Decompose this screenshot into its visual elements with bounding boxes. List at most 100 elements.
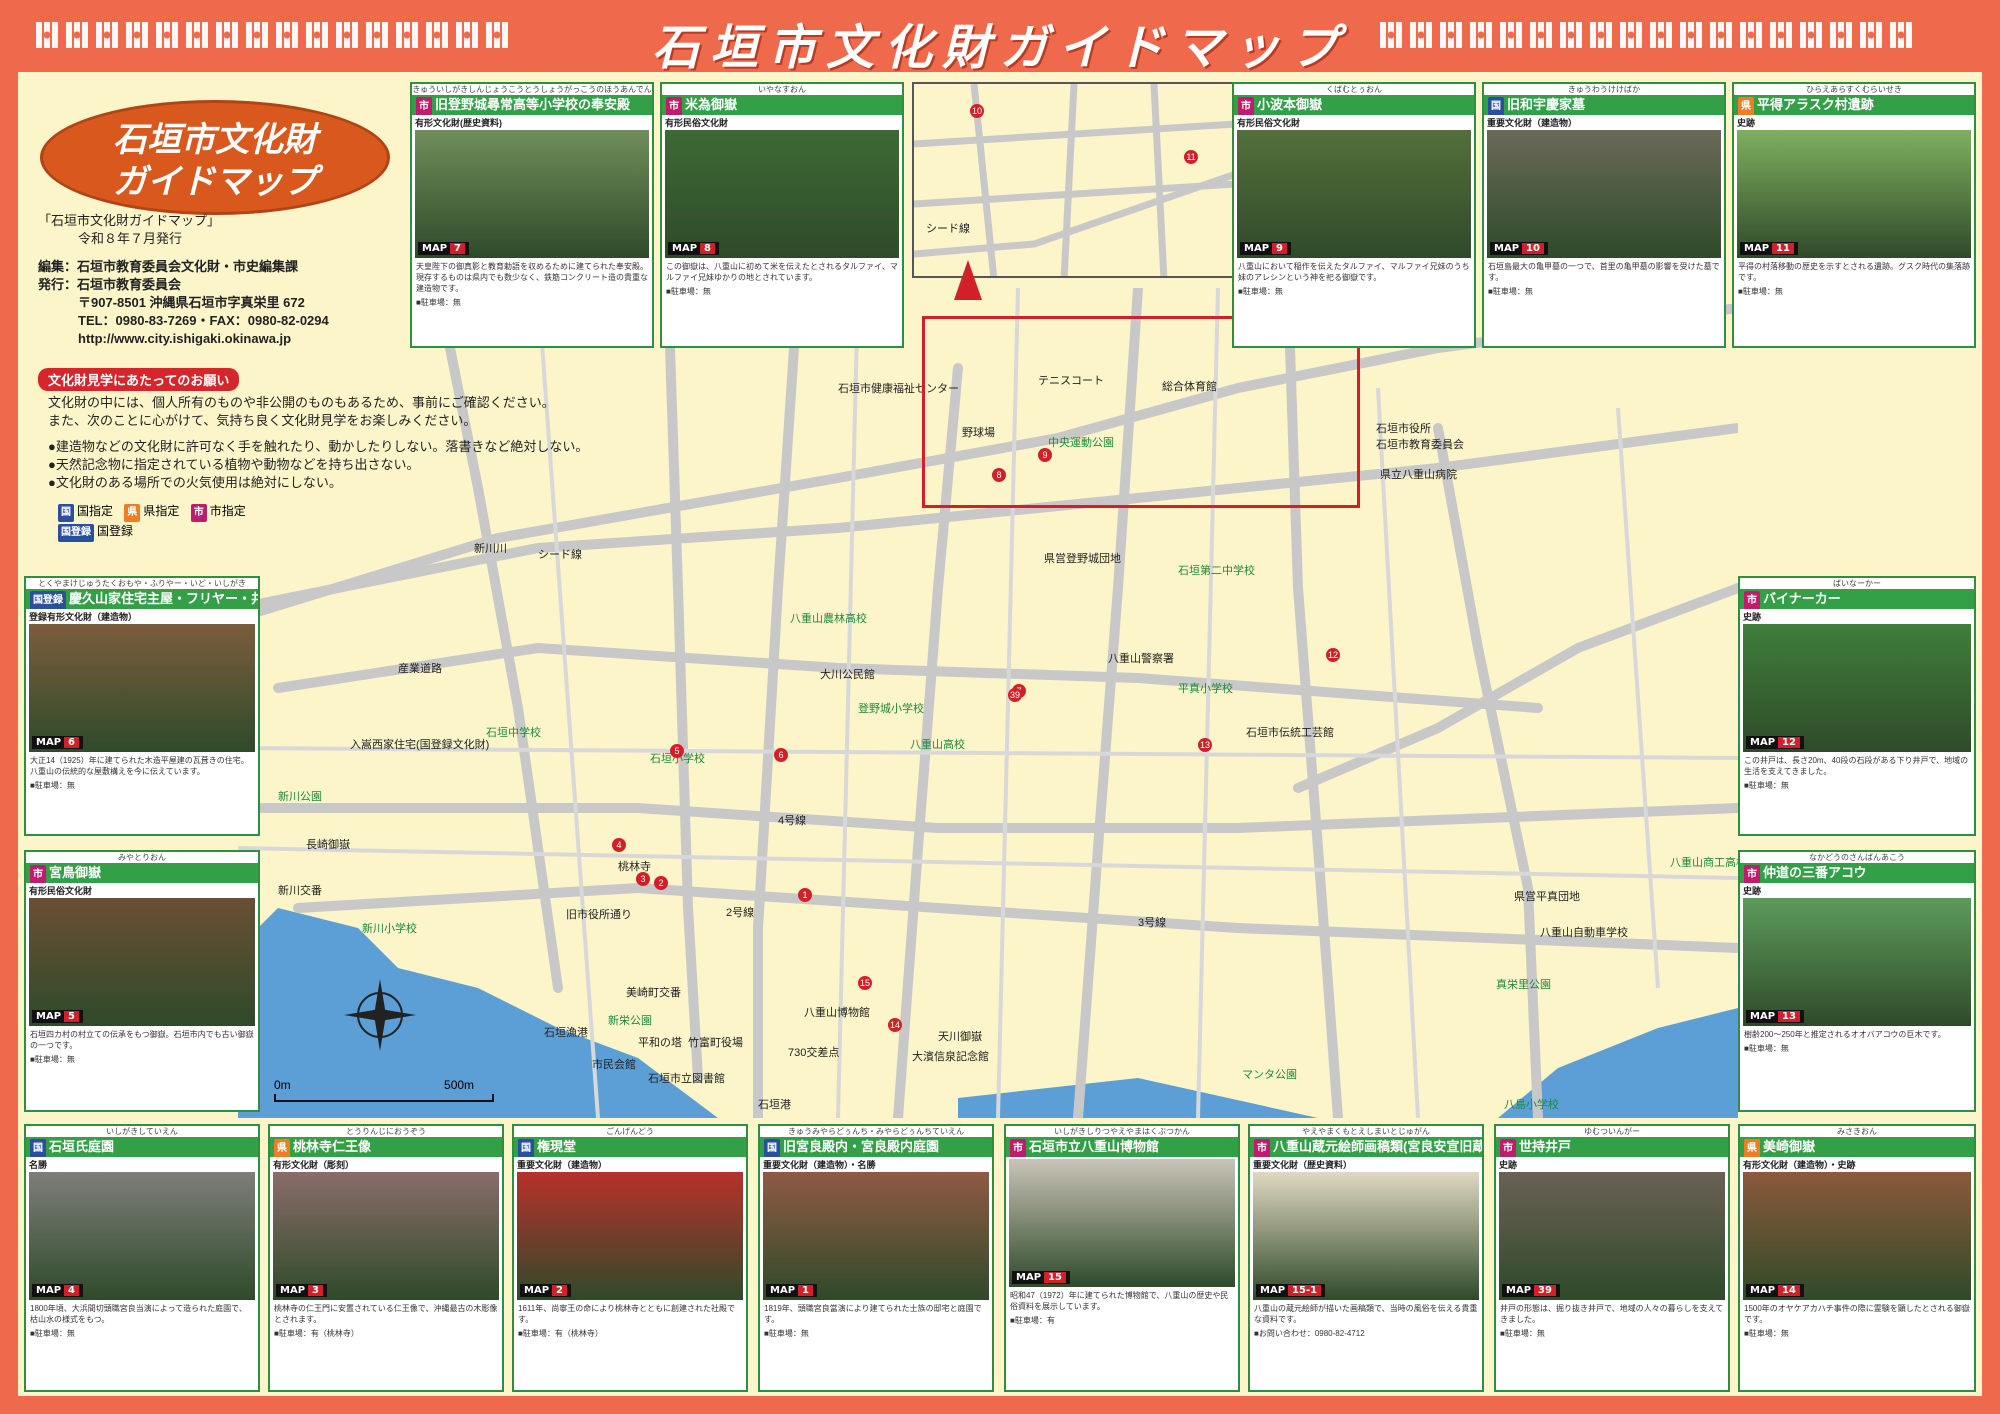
designation-badge: 国 [518,1139,534,1157]
card-title: 市バイナーカー [1740,589,1974,609]
card-parking: ■駐車場：無 [416,298,461,307]
map-marker[interactable]: 6 [774,748,788,762]
legend-badge-shi: 市 [190,504,207,522]
site-photo: MAP 3 [273,1172,499,1300]
map-label: シード線 [926,223,970,235]
site-photo: MAP 12 [1743,624,1971,752]
map-label: 新川小学校 [362,923,417,935]
card-furigana: きゅういしがきしんじょうこうとうしょうがっこうのほうあんでん [412,84,652,95]
map-number-badge: MAP 39 [1502,1284,1560,1297]
designation-badge: 県 [1738,97,1754,115]
map-label: 桃林寺 [618,861,651,873]
site-card[interactable]: とうりんじにおうぞう県桃林寺仁王像 有形文化財（彫刻） MAP 3 桃林寺の仁王門に安置… [268,1124,504,1392]
map-number: 5 [64,1011,79,1022]
card-parking: ■駐車場：無 [764,1329,809,1338]
designation-badge: 市 [1500,1139,1516,1157]
card-parking: ■お問い合わせ：0980-82-4712 [1254,1329,1365,1338]
map-number-badge: MAP 13 [1746,1010,1804,1023]
card-furigana: ゆむついんがー [1496,1126,1728,1137]
site-card[interactable]: みさきおん県美崎御嶽 有形文化財（建造物）・史跡 MAP 14 1500年のオヤケアカハ… [1738,1124,1976,1392]
designation-badge: 市 [1744,865,1760,883]
map-number-badge: MAP 2 [520,1284,571,1297]
site-card[interactable]: やえやまくもとえしまいとじゅがん市八重山蔵元絵師画稿類(宮良安宣旧蔵) 重要文化財… [1248,1124,1484,1392]
publication-date: 令和８年７月発行 [78,231,183,246]
legend-badge-ken: 県 [124,504,141,522]
card-parking: ■駐車場：無 [1238,287,1283,296]
site-photo: MAP 1 [763,1172,989,1300]
url-link[interactable]: http://www.city.ishigaki.okinawa.jp [38,330,329,348]
site-card[interactable]: ごんげんどう国権現堂 重要文化財（建造物） MAP 2 1611年、尚寧王の命により桃林… [512,1124,748,1392]
map-marker[interactable]: 14 [888,1018,902,1032]
site-photo: MAP 6 [29,624,255,752]
designation-badge: 市 [416,97,432,115]
map-number-badge: MAP 5 [32,1010,83,1023]
map-marker[interactable]: 5 [670,744,684,758]
card-title-text: 八重山蔵元絵師画稿類(宮良安宣旧蔵) [1273,1139,1482,1154]
site-card[interactable]: いしがきしりつやえやまはくぶつかん市石垣市立八重山博物館 MAP 15 昭和47（19… [1004,1124,1240,1392]
card-category: 有形民俗文化財 [665,118,729,128]
map-marker[interactable]: 2 [654,876,668,890]
site-card[interactable]: みやとりおん市宮鳥御嶽 有形民俗文化財 MAP 5 石垣四カ村の村立ての伝承をもつ御嶽。… [24,850,260,1112]
card-title: 市旧登野城尋常高等小学校の奉安殿 [412,95,652,115]
map-number: 9 [1272,243,1287,254]
card-title-text: 石垣市立八重山博物館 [1029,1139,1160,1154]
card-title: 市仲道の三番アコウ [1740,863,1974,883]
notice-b2: ●天然記念物に指定されている植物や動物などを持ち出さない。 [48,457,420,472]
designation-badge: 国登録 [30,591,66,609]
map-label: 新栄公園 [608,1015,652,1027]
card-description: 八重山の蔵元絵師が描いた画稿類で、当時の風俗を伝える貴重な資料です。 [1254,1304,1478,1324]
site-card[interactable]: とくやまけじゅうたくおもや・ふりやー・いど・いしがき 国登録 慶久山家住宅主屋・フリ… [24,576,260,836]
site-card[interactable]: きゅうわうけけばか国旧和宇慶家墓 重要文化財（建造物） MAP 10 石垣島最大の亀甲墓… [1482,82,1726,348]
map-number: 15-1 [1288,1285,1322,1296]
site-card[interactable]: ひらえあらすくむらいせき県平得アラスク村遺跡 史跡 MAP 11 平得の村落移動の歴史を… [1732,82,1976,348]
card-furigana: いしがきしていえん [26,1126,258,1137]
scale-zero: 0m [274,1078,291,1092]
card-furigana: くばむとぅおん [1234,84,1474,95]
card-parking: ■駐車場：無 [666,287,711,296]
card-furigana: とくやまけじゅうたくおもや・ふりやー・いど・いしがき [26,578,258,589]
card-title: 市米為御嶽 [662,95,902,115]
map-marker[interactable]: 10 [970,104,984,118]
site-card[interactable]: なかどうのさんばんあこう市仲道の三番アコウ 史跡 MAP 13 樹齢200〜250年と推… [1738,850,1976,1112]
card-description: 井戸の形態は、掘り抜き井戸で、地域の人々の暮らしを支えてきました。 [1500,1304,1724,1324]
site-card[interactable]: ゆむついんがー市世持井戸 史跡 MAP 39 井戸の形態は、掘り抜き井戸で、地域の人々の… [1494,1124,1730,1392]
map-marker[interactable]: 3 [636,872,650,886]
card-furigana: ひらえあらすくむらいせき [1734,84,1974,95]
site-card[interactable]: いやなすおん市米為御嶽 有形民俗文化財 MAP 8 この御嶽は、八重山に初めて米を伝えた… [660,82,904,348]
site-card[interactable]: くばむとぅおん市小波本御嶽 有形民俗文化財 MAP 9 八重山において稲作を伝えたタルフ… [1232,82,1476,348]
legend-touroku: 国登録 [97,524,134,538]
card-category: 有形文化財(歴史資料) [415,118,502,128]
inset-map[interactable]: 10 11 シード線 [912,82,1234,278]
site-card[interactable]: いしがきしていえん国石垣氏庭園 名勝 MAP 4 1800年頃、大浜間切頭職宮良当演によ… [24,1124,260,1392]
map-number-badge: MAP 15 [1012,1271,1070,1284]
designation-badge: 県 [1744,1139,1760,1157]
map-label: 石垣港 [758,1099,791,1111]
header-bar: 石垣市文化財ガイドマップ [0,0,2000,76]
map-marker[interactable]: 4 [612,838,626,852]
map-number: 7 [450,243,465,254]
card-parking: ■駐車場：無 [1744,781,1789,790]
notice-b1: ●建造物などの文化財に許可なく手を触れたり、動かしたりしない。落書きなど絶対しな… [48,439,589,454]
site-photo: MAP 10 [1487,130,1721,258]
logo: 石垣市文化財 ガイドマップ [40,100,390,215]
site-card[interactable]: きゅういしがきしんじょうこうとうしょうがっこうのほうあんでん市旧登野城尋常高等小… [410,82,654,348]
map-label: 産業道路 [398,663,442,675]
card-category: 登録有形文化財（建造物） [29,612,138,622]
card-title-text: 仲道の三番アコウ [1763,865,1867,880]
map-label: 4号線 [778,815,807,827]
map-marker[interactable]: 12 [1326,648,1340,662]
map-label: 美崎町交番 [626,987,681,999]
designation-badge: 市 [30,865,46,883]
legend-badge-touroku: 国登録 [58,524,94,542]
map-marker[interactable]: 1 [798,888,812,902]
map-number-badge: MAP 7 [418,242,469,255]
card-title: 市八重山蔵元絵師画稿類(宮良安宣旧蔵) [1250,1137,1482,1157]
map-marker[interactable]: 11 [1184,150,1198,164]
map-marker[interactable]: 39 [1008,688,1022,702]
map-marker[interactable]: 13 [1198,738,1212,752]
map-label: 天川御嶽 [938,1031,982,1043]
map-marker[interactable]: 15 [858,976,872,990]
inset-roads [914,84,1232,276]
site-card[interactable]: ばいなーかー市バイナーカー 史跡 MAP 12 この井戸は、長さ20m、40段の石段があ… [1738,576,1976,836]
site-card[interactable]: きゅうみやらどぅんち・みやらどぅんちていえん国旧宮良殿内・宮良殿内庭園 重要文化財… [758,1124,994,1392]
